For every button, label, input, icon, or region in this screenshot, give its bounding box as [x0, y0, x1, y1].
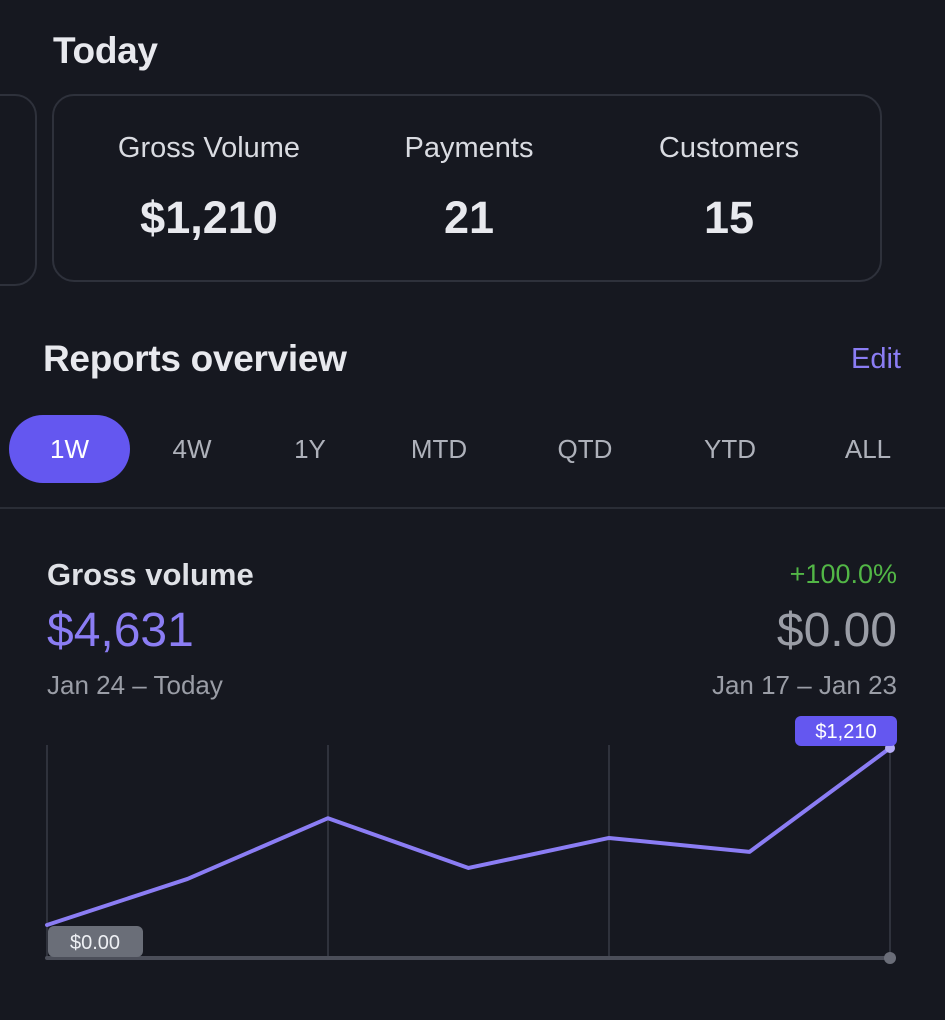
- stat-label: Customers: [658, 132, 800, 164]
- tab-4w[interactable]: 4W: [152, 415, 232, 483]
- edit-button[interactable]: Edit: [851, 343, 901, 376]
- today-title: Today: [53, 30, 158, 71]
- compare-range: Jan 17 – Jan 23: [711, 670, 897, 700]
- stat-value: 15: [703, 192, 755, 243]
- tab-1y[interactable]: 1Y: [270, 415, 350, 483]
- gross-volume-label: Gross volume: [47, 557, 254, 592]
- gross-volume-range: Jan 24 – Today: [47, 670, 223, 700]
- tab-mtd[interactable]: MTD: [394, 415, 484, 483]
- end-value-tag: $1,210: [795, 716, 897, 746]
- gross-volume-value: $4,631: [47, 604, 194, 657]
- tab-qtd[interactable]: QTD: [540, 415, 630, 483]
- stat-label: Gross Volume: [117, 132, 301, 164]
- tab-all[interactable]: ALL: [828, 415, 908, 483]
- gross-volume-chart[interactable]: $0.00 $1,210: [0, 700, 945, 1000]
- reports-overview-title: Reports overview: [43, 338, 347, 379]
- previous-card[interactable]: [0, 94, 37, 286]
- end-value-label: $1,210: [815, 721, 876, 743]
- compare-value: $0.00: [776, 604, 897, 657]
- range-tabs: 1W 4W 1Y MTD QTD YTD ALL: [0, 415, 945, 483]
- stat-value: 21: [443, 192, 495, 243]
- stat-label: Payments: [404, 132, 534, 164]
- start-value-tag: $0.00: [48, 926, 143, 957]
- tab-1w[interactable]: 1W: [9, 415, 130, 483]
- baseline-end-dot: [884, 952, 896, 964]
- chart-gridlines: [46, 745, 891, 958]
- today-stats-card[interactable]: Gross Volume $1,210 Payments 21 Customer…: [52, 94, 882, 282]
- compare-change: +100.0%: [789, 559, 897, 589]
- stat-value: $1,210: [140, 192, 278, 243]
- series-line: [45, 746, 892, 927]
- start-value-label: $0.00: [70, 932, 120, 954]
- tab-ytd[interactable]: YTD: [685, 415, 775, 483]
- divider: [0, 507, 945, 509]
